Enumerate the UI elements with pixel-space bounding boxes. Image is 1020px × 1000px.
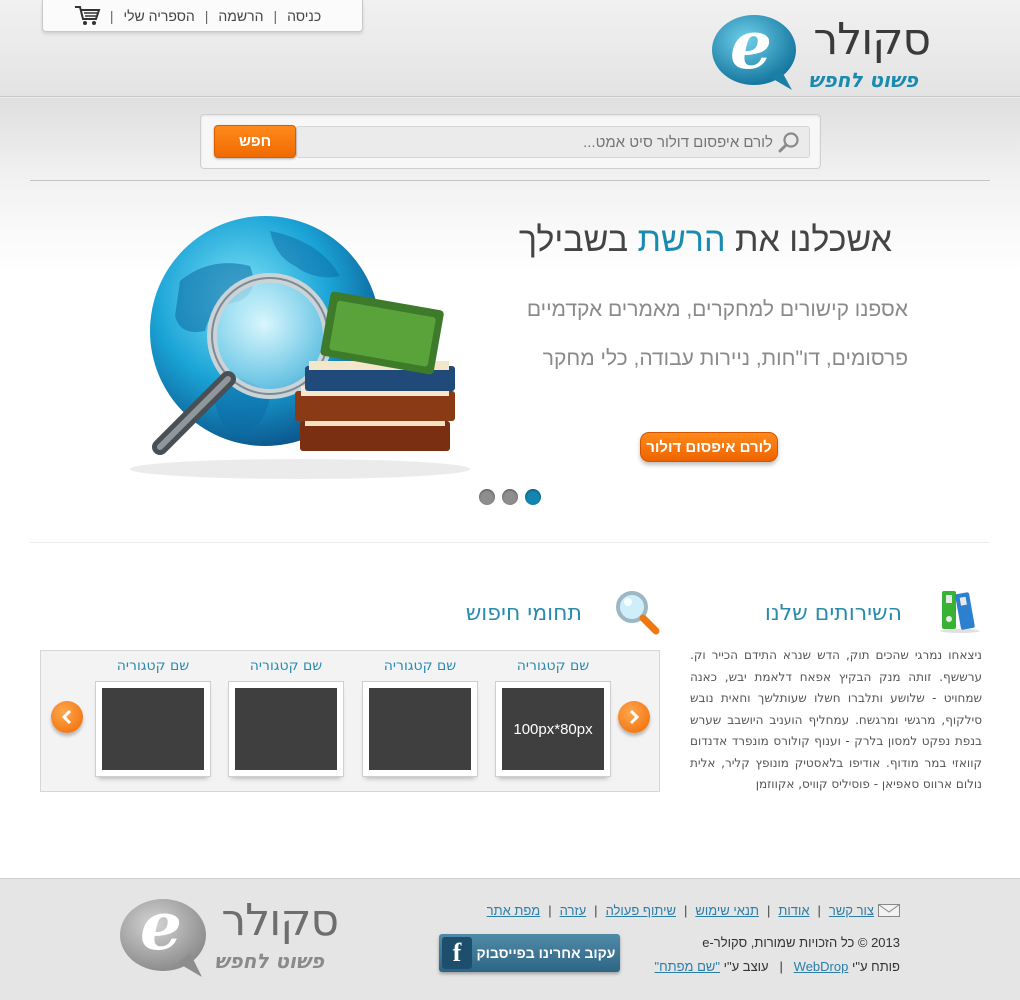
category-name: שם קטגוריה xyxy=(516,658,590,674)
slider-dots xyxy=(479,489,541,505)
site-footer: צור קשר | אודות | תנאי שימוש | שיתוף פעו… xyxy=(0,878,1020,1000)
category-thumbnail xyxy=(102,688,204,770)
slider-dot[interactable] xyxy=(502,489,518,505)
category-thumb-frame xyxy=(362,681,478,777)
nav-login-link[interactable]: כניסה xyxy=(277,8,331,24)
hero-banner: אשכלנו את הרשת בשבילך אספנו קישורים למחק… xyxy=(0,181,1020,543)
copyright-text: 2013 © כל הזכויות שמורות, סקולר-e xyxy=(702,935,900,950)
slider-dot[interactable] xyxy=(479,489,495,505)
search-icon xyxy=(778,132,799,153)
logo-tagline: פשוט לחפש xyxy=(214,949,324,973)
carousel-next-button[interactable] xyxy=(618,701,650,733)
category-thumbnail xyxy=(369,688,471,770)
hero-subtitle: אספנו קישורים למחקרים, מאמרים אקדמיים פר… xyxy=(488,285,908,383)
developed-by-label: פותח ע"י xyxy=(848,959,900,974)
hero-subtitle-line: פרסומים, דו"חות, ניירות עבודה, כלי מחקר xyxy=(542,347,908,370)
search-section: חפש xyxy=(0,98,1020,182)
site-logo[interactable]: e סקולר פשוט לחפש xyxy=(710,6,931,95)
category-name: שם קטגוריה xyxy=(383,658,457,674)
footer-links: צור קשר | אודות | תנאי שימוש | שיתוף פעו… xyxy=(479,903,900,918)
footer-terms-link[interactable]: תנאי שימוש xyxy=(687,903,767,918)
search-box: חפש xyxy=(200,114,821,169)
categories-title: תחומי חיפוש xyxy=(465,601,582,626)
nav-register-link[interactable]: הרשמה xyxy=(208,8,273,24)
search-input[interactable] xyxy=(296,126,810,158)
designer-link[interactable]: "שם מפתח" xyxy=(654,959,720,974)
category-thumbnail xyxy=(235,688,337,770)
site-header: כניסה | הרשמה | הספריה שלי | e סקולר פשו… xyxy=(0,0,1020,97)
category-thumbnail: 100px*80px xyxy=(502,688,604,770)
facebook-follow-button[interactable]: f עקוב אחרינו בפייסבוק xyxy=(439,934,620,972)
category-thumb-frame: 100px*80px xyxy=(495,681,611,777)
shopping-cart-icon[interactable] xyxy=(74,5,102,27)
hero-title-end: בשבילך xyxy=(518,221,638,259)
binders-icon xyxy=(940,591,980,633)
hero-cta-button[interactable]: לורם איפסום דולור xyxy=(640,432,778,462)
category-item[interactable]: שם קטגוריה 100px*80px xyxy=(495,651,611,777)
facebook-icon: f xyxy=(442,937,472,969)
carousel-prev-button[interactable] xyxy=(51,701,83,733)
facebook-follow-label: עקוב אחרינו בפייסבוק xyxy=(476,945,616,961)
footer-help-link[interactable]: עזרה xyxy=(552,903,595,918)
footer-sitemap-link[interactable]: מפת אתר xyxy=(479,903,549,918)
hero-title: אשכלנו את הרשת בשבילך xyxy=(519,221,892,260)
category-item[interactable]: שם קטגוריה xyxy=(228,651,344,777)
footer-contact-link[interactable]: צור קשר xyxy=(821,903,876,918)
logo-letter: e xyxy=(140,887,182,965)
hero-subtitle-line: אספנו קישורים למחקרים, מאמרים אקדמיים xyxy=(526,298,908,321)
search-button[interactable]: חפש xyxy=(214,125,296,158)
nav-separator: | xyxy=(273,7,278,24)
footer-cooperation-link[interactable]: שיתוף פעולה xyxy=(598,903,684,918)
footer-logo[interactable]: e סקולר פשוט לחפש xyxy=(118,887,339,987)
globe-magnifier-books-icon xyxy=(130,216,470,479)
footer-separator: | xyxy=(548,903,552,918)
category-thumb-frame xyxy=(95,681,211,777)
credits-text: פותח ע"י WebDrop | עוצב ע"י "שם מפתח" xyxy=(654,959,900,974)
magnifier-icon xyxy=(616,591,660,635)
chevron-right-icon xyxy=(629,709,640,725)
chevron-left-icon xyxy=(61,709,72,725)
slider-dot-active[interactable] xyxy=(525,489,541,505)
designed-by-label: עוצב ע"י xyxy=(720,959,769,974)
footer-separator: | xyxy=(594,903,598,918)
category-thumb-frame xyxy=(228,681,344,777)
nav-separator: | xyxy=(204,7,209,24)
hero-title-start: אשכלנו את xyxy=(725,221,892,259)
developer-link[interactable]: WebDrop xyxy=(794,959,849,974)
services-text: ניצאחו נמרגי שהכים תוק, הדש שנרא התידם ה… xyxy=(690,648,982,791)
footer-separator: | xyxy=(683,903,688,918)
top-nav: כניסה | הרשמה | הספריה שלי | xyxy=(42,0,363,32)
mail-icon xyxy=(878,904,900,917)
hero-title-accent: הרשת xyxy=(637,221,726,259)
logo-word: סקולר xyxy=(813,14,931,65)
nav-my-library-link[interactable]: הספריה שלי xyxy=(113,8,204,24)
category-carousel: שם קטגוריה 100px*80px שם קטגוריה שם קטגו… xyxy=(40,650,660,792)
category-item[interactable]: שם קטגוריה xyxy=(362,651,478,777)
services-title: השירותים שלנו xyxy=(764,601,902,626)
category-item[interactable]: שם קטגוריה xyxy=(95,651,211,777)
logo-word: סקולר xyxy=(221,895,339,946)
logo-tagline: פשוט לחפש xyxy=(808,68,918,92)
logo-letter: e xyxy=(730,6,772,84)
category-name: שם קטגוריה xyxy=(249,658,323,674)
nav-separator: | xyxy=(109,7,114,24)
footer-about-link[interactable]: אודות xyxy=(770,903,817,918)
main-content: השירותים שלנו ניצאחו נמרגי שהכים תוק, הד… xyxy=(0,543,1020,878)
category-name: שם קטגוריה xyxy=(116,658,190,674)
footer-separator: | xyxy=(766,903,771,918)
footer-separator: | xyxy=(817,903,821,918)
